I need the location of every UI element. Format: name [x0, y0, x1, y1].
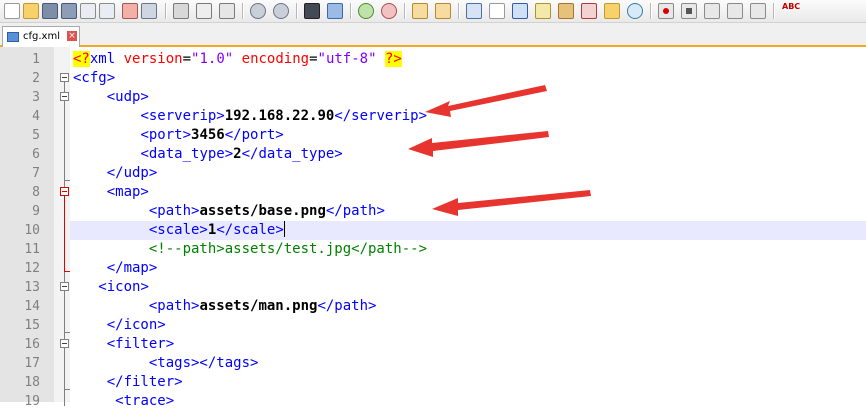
line-text: </udp> [106, 165, 158, 181]
stop-record-icon[interactable] [681, 3, 697, 19]
new-file-icon[interactable] [4, 3, 20, 19]
code-line: 15 </icon> [0, 316, 866, 335]
main-toolbar: ABC [0, 0, 866, 23]
line-number: 4 [32, 109, 40, 124]
replace-icon[interactable] [327, 3, 343, 19]
code-line: 12 </map> [0, 259, 866, 278]
code-line: 18 </filter> [0, 373, 866, 392]
function-list-icon[interactable] [581, 3, 597, 19]
close-all-icon[interactable] [99, 3, 115, 19]
folder-workspace-icon[interactable] [604, 3, 620, 19]
code-line: 16 <filter> [0, 335, 866, 354]
line-number: 15 [24, 318, 40, 333]
cut-icon[interactable] [173, 3, 189, 19]
code-line: 8 <map> [0, 183, 866, 202]
line-number: 2 [32, 71, 40, 86]
code-line: 14 <path>assets/man.png</path> [0, 297, 866, 316]
tab-bar: cfg.xml × [0, 23, 866, 47]
line-text: <?xml version="1.0" encoding="utf-8" ?> [73, 51, 402, 67]
line-text: <port>3456</port> [140, 127, 284, 143]
sync-horizontal-icon[interactable] [435, 3, 451, 19]
line-text: <icon> [98, 279, 149, 295]
line-number: 17 [24, 356, 40, 371]
line-text: </icon> [106, 317, 166, 333]
zoom-in-icon[interactable] [358, 3, 374, 19]
code-line: 7 </udp> [0, 164, 866, 183]
paste-icon[interactable] [219, 3, 235, 19]
line-text: </map> [106, 260, 158, 276]
undo-icon[interactable] [250, 3, 266, 19]
document-icon [7, 32, 19, 42]
line-text: <path>assets/man.png</path> [148, 298, 377, 314]
code-line: 1 <?xml version="1.0" encoding="utf-8" ?… [0, 50, 866, 69]
line-number: 14 [24, 299, 40, 314]
show-all-chars-icon[interactable] [489, 3, 505, 19]
record-macro-icon[interactable] [658, 3, 674, 19]
line-number: 9 [32, 204, 40, 219]
zoom-out-icon[interactable] [381, 3, 397, 19]
save-all-icon[interactable] [61, 3, 77, 19]
line-number: 11 [24, 242, 40, 257]
code-line: 9 <path>assets/base.png</path> [0, 202, 866, 221]
line-number: 18 [24, 375, 40, 390]
line-number: 12 [24, 261, 40, 276]
sync-vertical-icon[interactable] [412, 3, 428, 19]
line-number: 3 [32, 90, 40, 105]
line-text: <scale>1</scale> [148, 221, 285, 238]
line-number: 8 [32, 185, 40, 200]
code-line: 11 <!--path>assets/test.jpg</path--> [0, 240, 866, 259]
tab-label: cfg.xml [23, 31, 60, 42]
indent-guide-icon[interactable] [512, 3, 528, 19]
line-number: 1 [32, 52, 40, 67]
line-number: 5 [32, 128, 40, 143]
print-now-icon[interactable] [141, 3, 157, 19]
spell-check-icon[interactable]: ABC [782, 2, 800, 11]
line-text: <filter> [106, 336, 175, 352]
word-wrap-icon[interactable] [466, 3, 482, 19]
line-text: </filter> [106, 374, 183, 390]
monitoring-icon[interactable] [627, 3, 643, 19]
print-icon[interactable] [122, 3, 138, 19]
text-cursor [283, 221, 285, 237]
line-text: <data_type>2</data_type> [140, 146, 343, 162]
code-line: 4 <serverip>192.168.22.90</serverip> [0, 107, 866, 126]
line-text: <map> [106, 184, 149, 200]
close-tab-icon[interactable]: × [67, 31, 77, 41]
code-line: 6 <data_type>2</data_type> [0, 145, 866, 164]
copy-icon[interactable] [196, 3, 212, 19]
code-line: 2 <cfg> [0, 69, 866, 88]
line-number: 13 [24, 280, 40, 295]
line-number: 6 [32, 147, 40, 162]
line-text: <udp> [106, 89, 149, 105]
line-number: 16 [24, 337, 40, 352]
code-line: 5 <port>3456</port> [0, 126, 866, 145]
redo-icon[interactable] [273, 3, 289, 19]
line-text: <tags></tags> [148, 355, 259, 371]
save-macro-icon[interactable] [750, 3, 766, 19]
save-icon[interactable] [42, 3, 58, 19]
line-text: <serverip>192.168.22.90</serverip> [140, 108, 428, 124]
play-macro-icon[interactable] [704, 3, 720, 19]
run-macro-multiple-icon[interactable] [727, 3, 743, 19]
line-number: 7 [32, 166, 40, 181]
code-line: 3 <udp> [0, 88, 866, 107]
open-file-icon[interactable] [23, 3, 39, 19]
line-text: <cfg> [73, 70, 116, 86]
line-number: 10 [24, 223, 40, 238]
find-icon[interactable] [304, 3, 320, 19]
code-line: 13 <icon> [0, 278, 866, 297]
tab-cfg-xml[interactable]: cfg.xml × [2, 26, 80, 47]
line-text: <path>assets/base.png</path> [148, 203, 385, 219]
line-text: <!--path>assets/test.jpg</path--> [148, 241, 428, 257]
user-language-icon[interactable] [535, 3, 551, 19]
code-line: 17 <tags></tags> [0, 354, 866, 373]
code-line: 10 <scale>1</scale> [0, 221, 866, 240]
close-icon[interactable] [80, 3, 96, 19]
doc-map-icon[interactable] [558, 3, 574, 19]
